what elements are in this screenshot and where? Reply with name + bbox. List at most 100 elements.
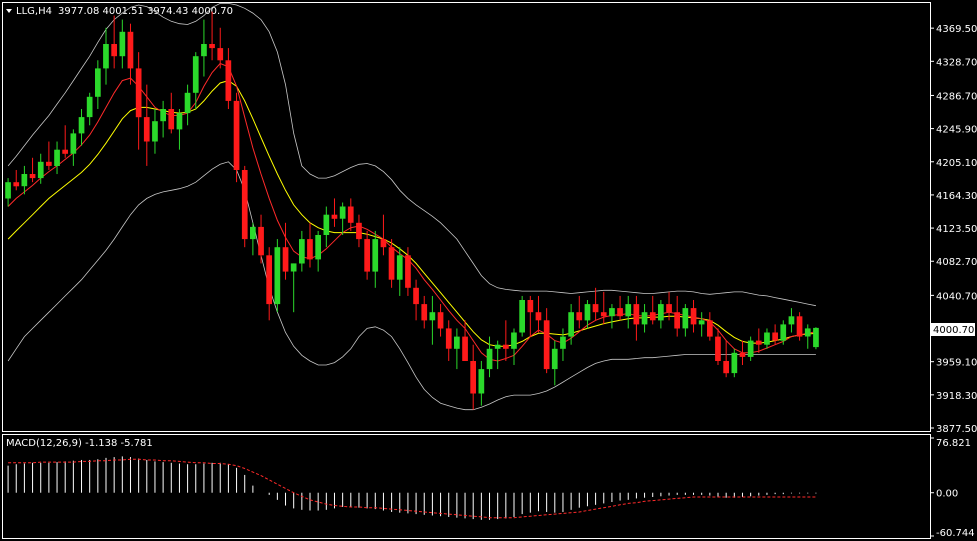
candle: [250, 222, 256, 256]
candle: [29, 157, 36, 183]
candle-body: [666, 304, 672, 313]
candle: [127, 23, 134, 85]
price-tick-label: 4205.10: [936, 158, 977, 169]
candle-body: [698, 320, 705, 325]
candle: [625, 295, 632, 329]
candle: [486, 336, 493, 378]
candle-body: [119, 31, 126, 57]
candle-body: [421, 304, 428, 321]
candle: [135, 52, 142, 150]
candle-body: [625, 304, 632, 317]
candle-body: [772, 332, 778, 341]
candle: [519, 295, 525, 337]
candle: [527, 295, 534, 337]
candle-body: [609, 308, 615, 317]
price-tick-label: 4123.50: [936, 224, 977, 235]
price-tick-label: 4328.70: [936, 57, 977, 68]
candlesticks: [5, 11, 819, 410]
candle: [282, 222, 289, 280]
candle-body: [152, 121, 158, 142]
ohlc-label: 3977.08 4001.51 3974.43 4000.70: [58, 6, 233, 17]
candle: [233, 92, 240, 183]
candle-body: [388, 247, 395, 280]
candle: [788, 308, 795, 333]
candle-body: [323, 214, 330, 235]
candle: [184, 84, 191, 126]
candle-body: [641, 312, 648, 325]
candle-body: [111, 44, 117, 57]
candle: [796, 312, 803, 341]
candle-body: [503, 344, 509, 349]
candle-body: [274, 247, 281, 305]
candle: [731, 348, 738, 378]
macd-pane-frame: [2, 434, 931, 539]
candle-body: [356, 222, 362, 240]
candle: [715, 328, 721, 366]
dropdown-triangle-icon[interactable]: [6, 9, 12, 13]
candle-body: [576, 312, 583, 321]
candle: [323, 206, 330, 248]
current-price-tag: 4000.70: [931, 323, 975, 336]
candle-body: [192, 56, 199, 93]
candle-body: [780, 324, 787, 341]
price-tick-label: 3959.10: [936, 358, 977, 369]
candle: [331, 198, 338, 227]
candle: [119, 19, 126, 69]
candle-body: [290, 263, 297, 272]
candle-body: [299, 239, 305, 264]
candle-body: [731, 352, 738, 374]
candle: [258, 214, 264, 264]
candle-body: [184, 92, 191, 114]
candle: [339, 202, 346, 235]
candle: [454, 328, 460, 370]
candle: [600, 291, 607, 325]
candle: [747, 336, 754, 361]
candle: [813, 327, 819, 350]
candle-body: [331, 214, 338, 219]
candle: [478, 360, 485, 406]
candle-body: [600, 312, 607, 317]
candle-body: [250, 226, 256, 240]
candle: [143, 84, 150, 166]
candle: [95, 60, 101, 110]
candle-body: [470, 361, 476, 394]
candle: [764, 328, 770, 349]
candle-body: [674, 312, 680, 329]
candle-body: [307, 239, 313, 260]
candle: [551, 340, 558, 386]
macd-signal-line: [8, 458, 816, 519]
candle: [690, 300, 697, 333]
candle-body: [494, 344, 501, 349]
candle-body: [201, 44, 207, 57]
candle-body: [37, 161, 44, 179]
candle-body: [804, 328, 811, 337]
candle-body: [445, 328, 452, 349]
candle-body: [5, 182, 11, 199]
candle: [356, 214, 362, 248]
candle-body: [429, 312, 436, 321]
candle-body: [258, 226, 264, 256]
candle: [168, 92, 175, 134]
candle-body: [127, 31, 134, 69]
macd-tick-label: 0.00: [936, 489, 958, 500]
candle: [535, 295, 542, 333]
candle-body: [437, 312, 444, 329]
candle: [503, 320, 509, 361]
candle-body: [13, 182, 20, 187]
candle-body: [143, 117, 150, 142]
candle-body: [95, 68, 101, 97]
candle-body: [796, 316, 803, 337]
price-pane-frame: [2, 2, 931, 432]
candle-body: [707, 320, 713, 337]
candle-body: [519, 300, 525, 333]
macd-tick-label: -60.744: [936, 528, 975, 539]
candle: [804, 324, 811, 349]
candle: [290, 263, 297, 313]
candle-body: [217, 48, 224, 61]
candle-body: [723, 361, 729, 374]
candle: [266, 247, 272, 321]
candle: [46, 141, 52, 170]
candle-body: [560, 336, 566, 349]
candle-body: [282, 247, 289, 272]
candle-body: [413, 287, 419, 305]
